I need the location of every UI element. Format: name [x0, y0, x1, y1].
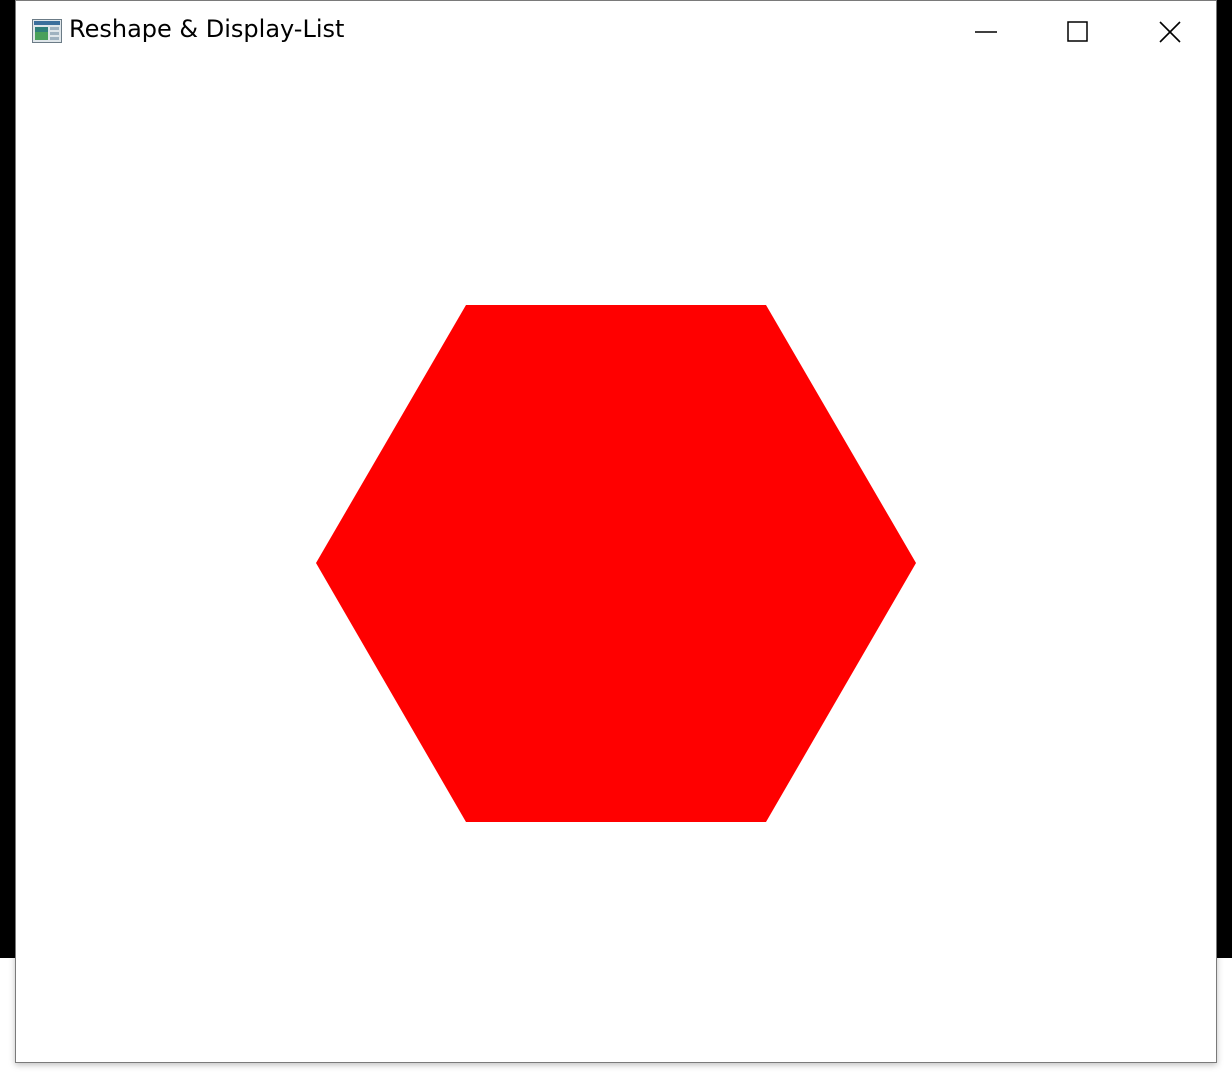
canvas-drawing [316, 305, 916, 822]
window-title: Reshape & Display-List [69, 15, 345, 43]
minimize-icon [975, 31, 997, 33]
maximize-icon [1067, 21, 1088, 42]
opengl-canvas[interactable] [16, 63, 1216, 1062]
app-window: Reshape & Display-List [15, 0, 1217, 1063]
close-button[interactable] [1124, 1, 1216, 63]
minimize-button[interactable] [940, 1, 1032, 63]
red-hexagon [316, 305, 916, 822]
maximize-button[interactable] [1032, 1, 1124, 63]
close-icon [1159, 21, 1181, 43]
title-bar[interactable]: Reshape & Display-List [16, 1, 1216, 63]
app-icon[interactable] [32, 19, 62, 43]
